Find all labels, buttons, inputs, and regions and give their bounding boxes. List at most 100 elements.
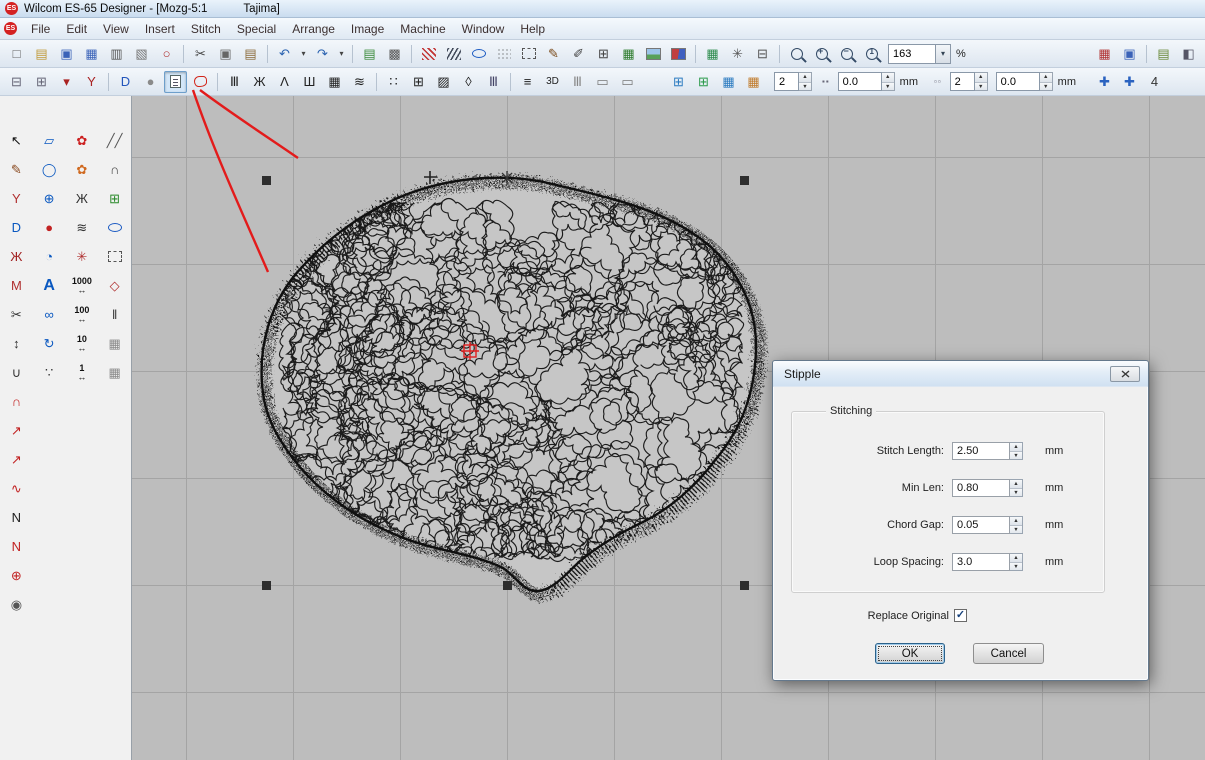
satin-stitch-icon[interactable]: Ⅲ bbox=[223, 71, 246, 93]
loop-spacing-spinner[interactable]: ▲▼ bbox=[1010, 553, 1023, 571]
partial-toolbar-icon[interactable]: 4 bbox=[1143, 71, 1166, 93]
zoom-combo[interactable]: 163 ▾ bbox=[888, 44, 951, 64]
motif-run-tool[interactable]: ◇ bbox=[98, 271, 131, 300]
entry-marker-tool[interactable]: ● bbox=[33, 213, 66, 242]
menu-window[interactable]: Window bbox=[454, 20, 513, 38]
partial-fill-tool[interactable]: ◔ bbox=[33, 242, 66, 271]
selection-handle[interactable] bbox=[740, 176, 749, 185]
spin-down-icon[interactable]: ▼ bbox=[1010, 563, 1022, 571]
spin-down-icon[interactable]: ▼ bbox=[975, 83, 987, 92]
selection-box-icon[interactable] bbox=[517, 43, 540, 65]
show-vectors-icon[interactable] bbox=[667, 43, 690, 65]
print-preview-icon[interactable]: ▧ bbox=[130, 43, 153, 65]
design-properties-icon[interactable]: ▤ bbox=[358, 43, 381, 65]
menu-view[interactable]: View bbox=[95, 20, 137, 38]
cancel-button[interactable]: Cancel bbox=[973, 643, 1044, 664]
menu-insert[interactable]: Insert bbox=[137, 20, 183, 38]
stitch-length-spinner[interactable]: ▲▼ bbox=[1010, 442, 1023, 460]
wave-tool[interactable]: ≋ bbox=[66, 213, 99, 242]
overview-window-icon[interactable]: ▩ bbox=[383, 43, 406, 65]
closed-shape-tool[interactable]: ◯ bbox=[33, 155, 66, 184]
spacing-1000-preset[interactable]: 1000↔ bbox=[66, 271, 99, 300]
selection-handle[interactable] bbox=[262, 581, 271, 590]
spin-down-icon[interactable]: ▼ bbox=[1040, 83, 1052, 92]
n-sequence-tool[interactable]: N bbox=[0, 503, 33, 532]
program-split-icon[interactable]: ▦ bbox=[323, 71, 346, 93]
three-d-effect-icon[interactable]: 3D bbox=[541, 71, 564, 93]
layout-grid-green-icon[interactable]: ⊞ bbox=[692, 71, 715, 93]
zigzag-stitch-icon[interactable]: Ж bbox=[248, 71, 271, 93]
needle-points-view-icon[interactable] bbox=[442, 43, 465, 65]
cut-icon[interactable]: ✂ bbox=[189, 43, 212, 65]
redo-dropdown-icon[interactable]: ▾ bbox=[336, 43, 347, 65]
spin-down-icon[interactable]: ▼ bbox=[1010, 526, 1022, 534]
fusion-fill-icon[interactable]: D bbox=[114, 71, 137, 93]
spacing-count-input[interactable]: 2 bbox=[774, 72, 799, 91]
offset-b-input[interactable]: 0.0 bbox=[996, 72, 1040, 91]
selection-handle[interactable] bbox=[503, 581, 512, 590]
rotate-tool[interactable]: ↻ bbox=[33, 329, 66, 358]
monogram-tool[interactable]: D bbox=[0, 213, 33, 242]
min-len-spinner[interactable]: ▲▼ bbox=[1010, 479, 1023, 497]
paste-icon[interactable]: ▤ bbox=[239, 43, 262, 65]
flower-large-tool[interactable]: ✿ bbox=[66, 126, 99, 155]
lettering-tool[interactable]: A bbox=[33, 271, 66, 300]
dockers-icon[interactable]: ⊟ bbox=[751, 43, 774, 65]
offset-a-spinner[interactable]: ▲▼ bbox=[882, 72, 895, 91]
travel-end-icon[interactable]: ⊞ bbox=[30, 71, 53, 93]
branching-icon[interactable]: Y bbox=[80, 71, 103, 93]
parallel-hatch-tool[interactable]: ╱╱ bbox=[98, 126, 131, 155]
n-sequence-red-tool[interactable]: N bbox=[0, 532, 33, 561]
spin-down-icon[interactable]: ▼ bbox=[1010, 489, 1022, 497]
wave-effect-icon[interactable]: ≡ bbox=[516, 71, 539, 93]
layout-columns-icon[interactable]: ▦ bbox=[717, 71, 740, 93]
trapunto-icon[interactable]: Ⅲ bbox=[566, 71, 589, 93]
zoom-value-input[interactable]: 163 bbox=[888, 44, 936, 64]
stipple-run-border-icon[interactable] bbox=[189, 71, 212, 93]
spacing-count-spinner[interactable]: ▲▼ bbox=[799, 72, 812, 91]
draw-icon[interactable]: ✎ bbox=[542, 43, 565, 65]
layout-grid-blue-icon[interactable]: ⊞ bbox=[667, 71, 690, 93]
reshape-tool[interactable]: ▱ bbox=[33, 126, 66, 155]
spin-down-icon[interactable]: ▼ bbox=[882, 83, 894, 92]
satin-column-tool[interactable]: M bbox=[0, 271, 33, 300]
options-icon[interactable]: ✳ bbox=[726, 43, 749, 65]
replace-original-checkbox[interactable]: ✓ bbox=[954, 609, 967, 622]
stitches-view-icon[interactable] bbox=[417, 43, 440, 65]
mirror-merge-tool[interactable]: ∞ bbox=[33, 300, 66, 329]
stitch-length-input[interactable]: 2.50 bbox=[952, 442, 1010, 460]
document-icon[interactable]: ES bbox=[4, 22, 17, 35]
spin-up-icon[interactable]: ▲ bbox=[975, 73, 987, 83]
disc-b-icon[interactable]: ▭ bbox=[616, 71, 639, 93]
e-stitch-icon[interactable]: Λ bbox=[273, 71, 296, 93]
spacing-1-preset[interactable]: 1↔ bbox=[66, 358, 99, 387]
count-b-spinner[interactable]: ▲▼ bbox=[975, 72, 988, 91]
zoom-1to1-icon[interactable] bbox=[860, 43, 883, 65]
stitch-edit-icon[interactable]: ▾ bbox=[55, 71, 78, 93]
menu-help[interactable]: Help bbox=[512, 20, 553, 38]
zigzag-tool[interactable]: Ж bbox=[66, 184, 99, 213]
spin-up-icon[interactable]: ▲ bbox=[1010, 517, 1022, 527]
branch-tool[interactable]: Y bbox=[0, 184, 33, 213]
wave-run-tool[interactable]: ∿ bbox=[0, 474, 33, 503]
selection-handle[interactable] bbox=[262, 176, 271, 185]
layout-rows-icon[interactable]: ▦ bbox=[742, 71, 765, 93]
contour-fill-icon[interactable]: Ⅲ bbox=[482, 71, 505, 93]
tatami-fill-icon[interactable]: Ш bbox=[298, 71, 321, 93]
undo-icon[interactable]: ↶ bbox=[273, 43, 296, 65]
spacing-10-preset[interactable]: 10↔ bbox=[66, 329, 99, 358]
flower-small-tool[interactable]: ✿ bbox=[66, 155, 99, 184]
spin-up-icon[interactable]: ▲ bbox=[1010, 443, 1022, 453]
menu-image[interactable]: Image bbox=[343, 20, 392, 38]
spin-down-icon[interactable]: ▼ bbox=[1010, 452, 1022, 460]
menu-special[interactable]: Special bbox=[229, 20, 284, 38]
move-hoop-icon[interactable]: ✚ bbox=[1118, 71, 1141, 93]
zoom-box-icon[interactable] bbox=[785, 43, 808, 65]
select-tool[interactable]: ↖ bbox=[0, 126, 33, 155]
entry-exit-tool[interactable]: ⊕ bbox=[0, 561, 33, 590]
arrow-run-tool[interactable]: ↗ bbox=[0, 445, 33, 474]
rectangle-tool[interactable] bbox=[98, 242, 131, 271]
fancy-fill-icon[interactable]: ▨ bbox=[432, 71, 455, 93]
column-pair-tool[interactable]: ‖ bbox=[98, 300, 131, 329]
selection-handle[interactable] bbox=[740, 581, 749, 590]
